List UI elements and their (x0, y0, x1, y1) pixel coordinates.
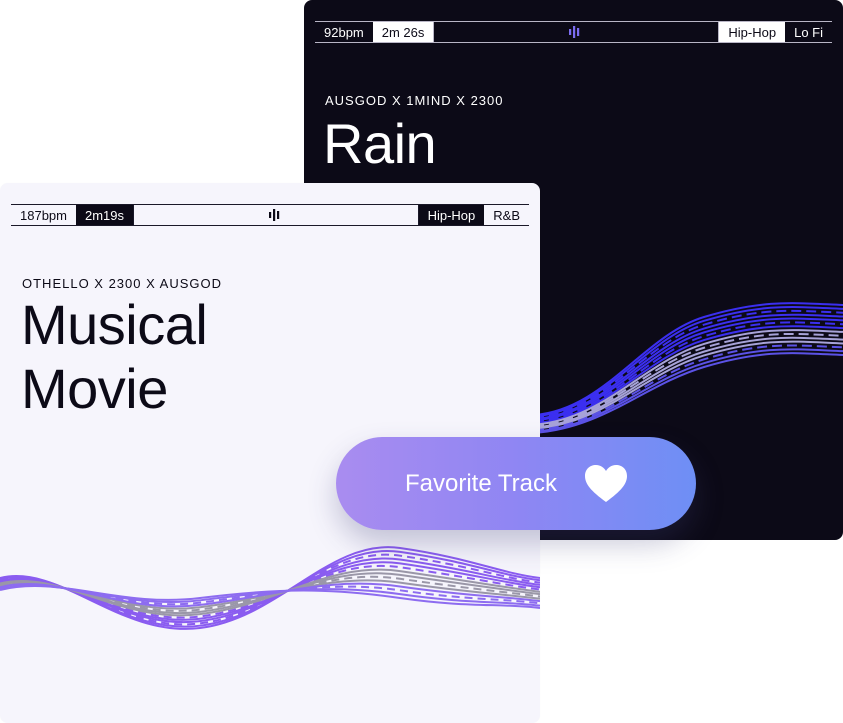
track-title-line: Musical (21, 293, 208, 356)
heart-icon (585, 464, 628, 502)
bpm-label: 92bpm (324, 24, 364, 40)
track-title: Musical Movie (21, 293, 208, 421)
genre-tag: Hip-Hop (719, 22, 786, 42)
track-title-line: Movie (21, 357, 168, 420)
bpm-label: 187bpm (20, 207, 67, 223)
waveform-graphic (534, 302, 843, 434)
audio-wave-icon (569, 26, 580, 38)
play-indicator[interactable] (133, 205, 419, 225)
track-artists: AUSGOD X 1MIND X 2300 (325, 93, 504, 108)
track-meta-bar: 92bpm 2m 26s Hip-Hop Lo Fi (315, 21, 832, 43)
track-title: Rain (323, 112, 437, 175)
waveform-graphic (0, 546, 540, 630)
audio-wave-icon (268, 209, 279, 221)
genre-tag: R&B (493, 207, 520, 223)
duration-label: 2m19s (75, 205, 134, 225)
track-artists: OTHELLO X 2300 X AUSGOD (22, 276, 223, 291)
genre-tag: Lo Fi (794, 24, 823, 40)
wave-line (0, 549, 540, 628)
genre-tag: Hip-Hop (418, 205, 485, 225)
wave-line (534, 302, 843, 416)
duration-label: 2m 26s (372, 22, 434, 42)
play-indicator[interactable] (433, 22, 720, 42)
wave-line (0, 546, 540, 630)
favorite-track-label: Favorite Track (404, 469, 558, 497)
track-meta-bar: 187bpm 2m19s Hip-Hop R&B (11, 204, 529, 226)
favorite-track-button[interactable]: Favorite Track (336, 437, 696, 530)
